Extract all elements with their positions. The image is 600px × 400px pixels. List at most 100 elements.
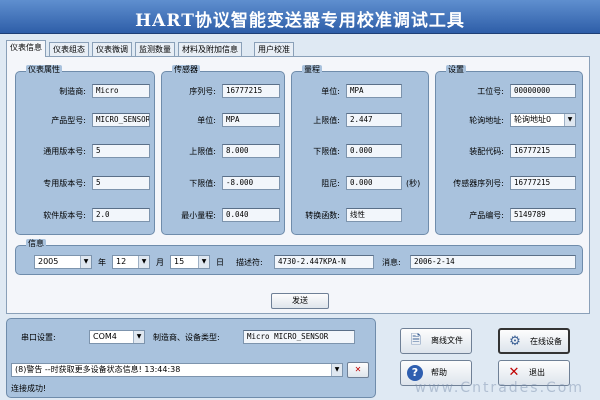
group-title: 仪表属性 — [26, 65, 62, 75]
day-unit: 日 — [216, 258, 224, 267]
descriptor-field[interactable]: 4730-2.447KPA-N — [274, 255, 374, 269]
day-value: 15 — [174, 257, 185, 266]
sensor-unit-field[interactable]: MPA — [222, 113, 280, 127]
label: 装配代码: — [469, 147, 504, 156]
month-unit: 月 — [156, 258, 164, 267]
label: 专用版本号: — [43, 179, 86, 188]
send-button[interactable]: 发送 — [271, 293, 329, 309]
model-field[interactable]: MICRO_SENSOR — [92, 113, 150, 127]
range-lower-field[interactable]: 0.000 — [346, 144, 402, 158]
tab-device-info[interactable]: 仪表信息 — [6, 40, 46, 57]
message-field[interactable]: 2006-2-14 — [410, 255, 576, 269]
label: 软件版本号: — [43, 211, 86, 220]
tab-user-calibration[interactable]: 用户校准 — [254, 42, 294, 56]
poll-address-value: 轮询地址0 — [514, 115, 552, 124]
manufacturer-field[interactable]: Micro — [92, 84, 150, 98]
sensor-lower-field[interactable]: -8.000 — [222, 176, 280, 190]
online-device-button[interactable]: ⚙ 在线设备 — [498, 328, 570, 354]
tab-panel: 仪表属性 制造商: Micro 产品型号: MICRO_SENSOR 通用版本号… — [6, 56, 590, 314]
label: 工位号: — [477, 87, 504, 96]
day-select[interactable]: 15 ▼ — [170, 255, 210, 269]
label: 阻尼: — [321, 179, 340, 188]
message-label: 消息: — [382, 258, 401, 267]
product-number-field[interactable]: 5149789 — [510, 208, 576, 222]
universal-rev-field[interactable]: 5 — [92, 144, 150, 158]
clear-log-button[interactable]: ✕ — [347, 362, 369, 378]
port-select[interactable]: COM4 ▼ — [89, 330, 145, 344]
tab-monitor[interactable]: 监测数量 — [135, 42, 175, 56]
chevron-down-icon[interactable]: ▼ — [564, 114, 575, 126]
label: 下限值: — [189, 179, 216, 188]
port-label: 串口设置: — [21, 333, 56, 342]
label: 上限值: — [313, 116, 340, 125]
group-title: 传感器 — [172, 65, 200, 75]
chevron-down-icon[interactable]: ▼ — [331, 364, 342, 376]
exit-label: 退出 — [529, 368, 545, 377]
damping-field[interactable]: 0.000 — [346, 176, 402, 190]
tab-device-config[interactable]: 仪表组态 — [49, 42, 89, 56]
settings-sensor-serial-field[interactable]: 16777215 — [510, 176, 576, 190]
port-value: COM4 — [93, 332, 117, 341]
chevron-down-icon[interactable]: ▼ — [198, 256, 209, 268]
sensor-upper-field[interactable]: 8.000 — [222, 144, 280, 158]
label: 转换函数: — [305, 211, 340, 220]
status-text: 连接成功! — [11, 384, 47, 393]
label: 序列号: — [189, 87, 216, 96]
exit-icon: ✕ — [508, 365, 520, 380]
group-title: 量程 — [302, 65, 322, 75]
info-group: 信息 2005 ▼ 年 12 ▼ 月 15 ▼ 日 描述符: 4730-2.44… — [15, 239, 583, 275]
label: 传感器序列号: — [453, 179, 504, 188]
tag-field[interactable]: 00000000 — [510, 84, 576, 98]
year-select[interactable]: 2005 ▼ — [34, 255, 92, 269]
transfer-function-field[interactable]: 线性 — [346, 208, 402, 222]
software-rev-field[interactable]: 2.0 — [92, 208, 150, 222]
device-icon: ⚙ — [509, 334, 521, 349]
offline-file-button[interactable]: 🗎 离线文件 — [400, 328, 472, 354]
device-rev-field[interactable]: 5 — [92, 176, 150, 190]
label: 上限值: — [189, 147, 216, 156]
file-icon: 🗎 — [410, 333, 422, 348]
label: 轮询地址: — [469, 116, 504, 125]
year-value: 2005 — [38, 257, 59, 266]
sensor-min-span-field[interactable]: 0.040 — [222, 208, 280, 222]
log-value: (8)警告 --时获取更多设备状态信息! 13:44:38 — [15, 365, 181, 374]
help-icon: ? — [407, 365, 423, 381]
sensor-group: 传感器 序列号: 16777215 单位: MPA 上限值: 8.000 下限值… — [161, 65, 285, 235]
label: 下限值: — [313, 147, 340, 156]
title-bar: HART协议智能变送器专用校准调试工具 — [0, 0, 600, 34]
group-title: 信息 — [26, 239, 46, 249]
tab-device-trim[interactable]: 仪表微调 — [92, 42, 132, 56]
bottom-bar: 串口设置: COM4 ▼ 制造商、设备类型: Micro MICRO_SENSO… — [6, 318, 590, 398]
window-title: HART协议智能变送器专用校准调试工具 — [135, 11, 465, 31]
label: 单位: — [197, 116, 216, 125]
maker-label: 制造商、设备类型: — [153, 333, 220, 342]
offline-file-label: 离线文件 — [431, 336, 463, 345]
sensor-serial-field[interactable]: 16777215 — [222, 84, 280, 98]
month-select[interactable]: 12 ▼ — [112, 255, 150, 269]
label: 最小量程: — [181, 211, 216, 220]
label: 产品型号: — [51, 116, 86, 125]
chevron-down-icon[interactable]: ▼ — [80, 256, 91, 268]
range-unit-field[interactable]: MPA — [346, 84, 402, 98]
chevron-down-icon[interactable]: ▼ — [138, 256, 149, 268]
month-value: 12 — [116, 257, 127, 266]
label: 制造商: — [59, 87, 86, 96]
year-unit: 年 — [98, 258, 106, 267]
log-select[interactable]: (8)警告 --时获取更多设备状态信息! 13:44:38 ▼ — [11, 363, 343, 377]
damping-unit: (秒) — [406, 179, 421, 188]
label: 通用版本号: — [43, 147, 86, 156]
poll-address-select[interactable]: 轮询地址0 ▼ — [510, 113, 576, 127]
maker-field[interactable]: Micro MICRO_SENSOR — [243, 330, 355, 344]
assembly-code-field[interactable]: 16777215 — [510, 144, 576, 158]
connection-panel: 串口设置: COM4 ▼ 制造商、设备类型: Micro MICRO_SENSO… — [6, 318, 376, 398]
device-info-group: 仪表属性 制造商: Micro 产品型号: MICRO_SENSOR 通用版本号… — [15, 65, 155, 235]
descriptor-label: 描述符: — [236, 258, 263, 267]
online-device-label: 在线设备 — [530, 337, 562, 346]
watermark: www.Cntrades.Com — [414, 380, 584, 396]
chevron-down-icon[interactable]: ▼ — [133, 331, 144, 343]
range-upper-field[interactable]: 2.447 — [346, 113, 402, 127]
help-label: 帮助 — [431, 368, 447, 377]
label: 产品编号: — [469, 211, 504, 220]
settings-group: 设置 工位号: 00000000 轮询地址: 轮询地址0 ▼ 装配代码: 167… — [435, 65, 583, 235]
tab-material-info[interactable]: 材料及附加信息 — [178, 42, 242, 56]
